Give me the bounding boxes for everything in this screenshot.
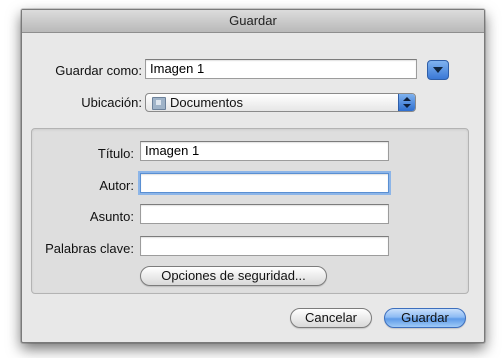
save-as-label: Guardar como: xyxy=(55,63,142,78)
title-label: Título: xyxy=(97,146,134,161)
title-input[interactable]: Imagen 1 xyxy=(140,141,389,161)
expand-dialog-button[interactable] xyxy=(427,60,449,80)
security-options-button[interactable]: Opciones de seguridad... xyxy=(140,266,327,286)
dialog-title: Guardar xyxy=(22,10,484,33)
author-label: Autor: xyxy=(99,178,134,193)
cancel-button[interactable]: Cancelar xyxy=(290,308,372,328)
location-popup[interactable]: Documentos xyxy=(145,93,416,112)
updown-arrows-icon xyxy=(398,94,415,111)
folder-icon xyxy=(152,97,166,110)
save-dialog: Guardar Guardar como: Imagen 1 Ubicación… xyxy=(21,9,485,343)
location-label: Ubicación: xyxy=(81,95,142,110)
keywords-input[interactable] xyxy=(140,236,389,256)
keywords-label: Palabras clave: xyxy=(45,241,134,256)
location-value: Documentos xyxy=(170,95,243,110)
subject-input[interactable] xyxy=(140,204,389,224)
save-button[interactable]: Guardar xyxy=(384,308,466,328)
save-as-input[interactable]: Imagen 1 xyxy=(145,59,417,79)
author-input[interactable] xyxy=(140,173,389,193)
chevron-down-icon xyxy=(433,67,443,73)
subject-label: Asunto: xyxy=(89,209,134,224)
